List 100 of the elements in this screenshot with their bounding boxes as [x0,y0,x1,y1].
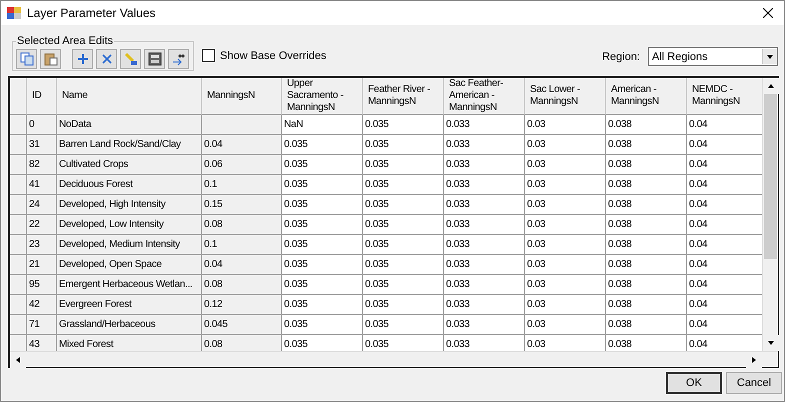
table-cell: 0.038 [606,235,687,255]
column-header[interactable]: Feather River - ManningsN [363,78,444,115]
row-header[interactable] [10,115,27,135]
table-cell: 0.03 [525,175,606,195]
table-cell: 0.1 [202,235,282,255]
table-cell: 0.12 [202,295,282,315]
close-icon [763,8,773,18]
table-cell: 0.035 [282,135,363,155]
table-cell: 0.035 [363,295,444,315]
row-header[interactable] [10,295,27,315]
row-header[interactable] [10,155,27,175]
table-cell: 0 [27,115,57,135]
paste-icon [44,52,58,66]
window-title: Layer Parameter Values [27,6,157,20]
column-header[interactable]: American - ManningsN [606,78,687,115]
table-cell: 0.038 [606,295,687,315]
table-cell: 0.06 [202,155,282,175]
table-cell: 0.035 [282,195,363,215]
column-header[interactable]: Name [57,78,202,115]
table-cell: 24 [27,195,57,215]
table-cell: 0.038 [606,335,687,351]
table-cell: 0.08 [202,335,282,351]
show-base-overrides-checkbox[interactable]: Show Base Overrides [202,49,326,62]
table-cell: 0.033 [444,175,525,195]
cancel-button[interactable]: Cancel [726,372,782,394]
table-cell: 0.08 [202,275,282,295]
plus-icon [76,53,88,65]
down-arrow-icon [767,339,775,347]
table-cell: 0.03 [525,295,606,315]
table-cell: 0.03 [525,255,606,275]
table-cell: 0.035 [282,295,363,315]
table-cell: 0.03 [525,155,606,175]
column-header[interactable]: ID [27,78,57,115]
table-cell: 0.035 [363,175,444,195]
corner-header[interactable] [10,78,27,115]
toolbar-button[interactable] [168,49,189,69]
table-cell: NaN [282,115,363,135]
pencil-icon [124,52,138,66]
table-cell: Emergent Herbaceous Wetlan... [57,275,202,295]
row-header[interactable] [10,315,27,335]
table-cell: Cultivated Crops [57,155,202,175]
table-cell: Grassland/Herbaceous [57,315,202,335]
table-cell: 43 [27,335,57,351]
toolbar-button[interactable] [16,49,37,69]
row-header[interactable] [10,275,27,295]
table-cell: 0.033 [444,155,525,175]
toolbar-button[interactable] [144,49,165,69]
column-header[interactable]: Sac Lower - ManningsN [525,78,606,115]
column-header[interactable]: ManningsN [202,78,282,115]
table-cell: 0.038 [606,155,687,175]
table-cell: 0.033 [444,115,525,135]
table-cell: 0.08 [202,215,282,235]
row-header[interactable] [10,235,27,255]
table-cell: 41 [27,175,57,195]
table-cell: 0.038 [606,195,687,215]
table-cell: 0.035 [363,215,444,235]
dropdown-caret-icon [766,52,774,60]
table-cell: 0.035 [282,235,363,255]
ok-button[interactable]: OK [666,372,722,394]
table-cell: 0.03 [525,215,606,235]
table-cell: 0.035 [282,255,363,275]
table-cell: 0.033 [444,195,525,215]
close-icon [102,54,112,64]
table-cell: Developed, Low Intensity [57,215,202,235]
table-cell: 0.033 [444,215,525,235]
column-header[interactable]: Upper Sacramento - ManningsN [282,78,363,115]
copy-icon [20,52,34,66]
table-cell: 0.03 [525,275,606,295]
table-cell: 0.038 [606,115,687,135]
table-cell: 0.038 [606,135,687,155]
table-cell: 0.035 [363,255,444,275]
table-cell: 0.04 [202,255,282,275]
column-header[interactable]: Sac Feather-American - ManningsN [444,78,525,115]
table-cell: 31 [27,135,57,155]
row-header[interactable] [10,195,27,215]
table-cell: 0.03 [525,315,606,335]
region-dropdown[interactable]: All Regions [648,47,778,66]
row-header[interactable] [10,175,27,195]
table-cell: 0.035 [363,235,444,255]
table-cell: Barren Land Rock/Sand/Clay [57,135,202,155]
table-cell: 0.038 [606,255,687,275]
table-cell: Developed, Open Space [57,255,202,275]
table-cell: 0.045 [202,315,282,335]
table-cell: 0.033 [444,295,525,315]
row-header[interactable] [10,255,27,275]
table-cell: 0.03 [525,195,606,215]
column-header[interactable]: NEMDC - ManningsN [687,78,762,115]
right-arrow-icon [750,356,758,364]
row-header[interactable] [10,135,27,155]
table-cell: 0.038 [606,175,687,195]
table-cell: 95 [27,275,57,295]
table-cell: 71 [27,315,57,335]
table-cell: 0.03 [525,115,606,135]
table-cell: 0.033 [444,315,525,335]
toolbar-button[interactable] [40,49,61,69]
row-header[interactable] [10,215,27,235]
table-cell: Developed, Medium Intensity [57,235,202,255]
left-arrow-icon [14,356,22,364]
scrollbar-thumb[interactable] [764,94,777,259]
table-cell: Deciduous Forest [57,175,202,195]
